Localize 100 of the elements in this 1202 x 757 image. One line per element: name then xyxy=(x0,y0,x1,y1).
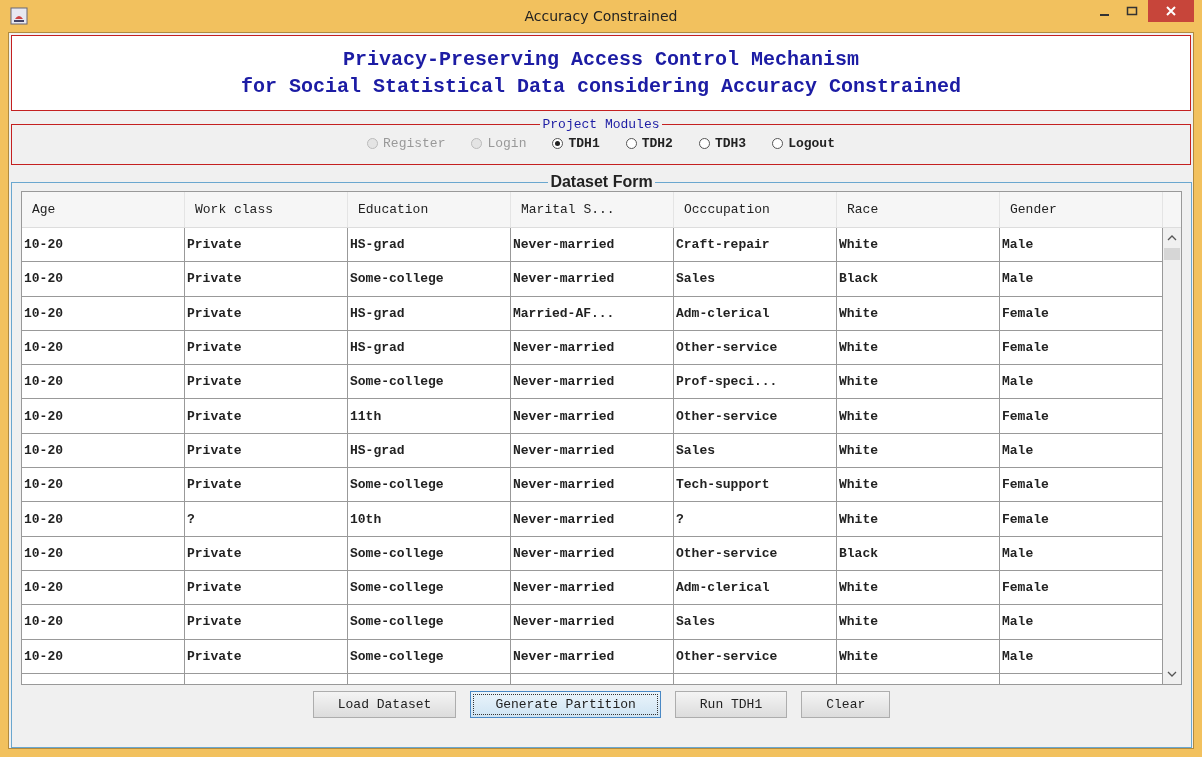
table-cell: Private xyxy=(185,639,348,674)
minimize-icon xyxy=(1099,14,1109,16)
column-header[interactable]: Marital S... xyxy=(511,192,674,227)
table-cell: White xyxy=(837,502,1000,537)
table-cell: Private xyxy=(185,262,348,297)
table-cell: 10-20 xyxy=(22,502,185,537)
table-cell: 10-20 xyxy=(22,330,185,366)
table-cell: 10-20 xyxy=(22,228,185,263)
scroll-up-icon[interactable] xyxy=(1167,234,1177,242)
table-cell: HS-grad xyxy=(348,330,511,366)
table-cell: ? xyxy=(674,502,837,537)
table-cell: Other-service xyxy=(674,536,837,571)
table-cell: HS-grad xyxy=(348,433,511,469)
header-title: for Social Statistical Data considering Accuracy Constrained xyxy=(239,74,963,100)
radio-option[interactable]: TDH3 xyxy=(698,136,747,151)
table-cell: White xyxy=(837,296,1000,331)
column-header[interactable]: Education xyxy=(348,192,511,227)
column-header[interactable]: Occcupation xyxy=(674,192,837,227)
radio-option[interactable]: TDH1 xyxy=(552,136,600,151)
table-cell: Sales xyxy=(674,605,837,640)
action-button[interactable]: Generate Partition xyxy=(470,691,661,718)
radio-option[interactable]: Logout xyxy=(772,136,835,151)
table-cell: Never-married xyxy=(511,468,674,503)
table-cell: Never-married xyxy=(511,433,674,469)
table-cell: Some-college xyxy=(348,570,511,606)
table-cell: Private xyxy=(185,228,348,263)
table-cell: Private xyxy=(185,468,348,503)
window-title: Accuracy Constrained xyxy=(523,8,679,24)
table-cell: 10-20 xyxy=(22,605,185,640)
table-cell: Private xyxy=(185,605,348,640)
group-legend: Dataset Form xyxy=(548,173,655,191)
table-cell: Other-service xyxy=(674,399,837,434)
table-cell: White xyxy=(837,228,1000,263)
column-header[interactable]: Gender xyxy=(1000,192,1163,227)
table-cell: Black xyxy=(837,262,1000,297)
table-cell: Private xyxy=(185,330,348,366)
table-cell: Sales xyxy=(674,433,837,469)
table-cell: Never-married xyxy=(511,365,674,400)
table-cell: 10-20 xyxy=(22,536,185,571)
table-cell: Sales xyxy=(674,262,837,297)
table-cell: Some-college xyxy=(348,262,511,297)
table-cell: 11th xyxy=(348,399,511,434)
table-cell: Other-service xyxy=(674,330,837,366)
table-cell: Some-college xyxy=(348,639,511,674)
table-cell: HS-grad xyxy=(348,228,511,263)
action-button[interactable]: Run TDH1 xyxy=(674,691,788,718)
close-button[interactable] xyxy=(1148,0,1194,22)
table-cell: White xyxy=(837,365,1000,400)
column-header[interactable]: Race xyxy=(837,192,1000,227)
action-button[interactable]: Load Dataset xyxy=(312,691,457,718)
scroll-thumb[interactable] xyxy=(1164,248,1180,260)
table-cell: White xyxy=(837,399,1000,434)
table-cell: Never-married xyxy=(511,330,674,366)
table-cell: White xyxy=(837,468,1000,503)
table-cell: White xyxy=(837,330,1000,366)
table-cell: 10-20 xyxy=(22,296,185,331)
table-cell: White xyxy=(837,570,1000,606)
table-cell: ? xyxy=(185,502,348,537)
table-cell: Private xyxy=(185,365,348,400)
group-legend: Project Modules xyxy=(540,117,662,132)
table-cell: Never-married xyxy=(511,639,674,674)
table-cell: Private xyxy=(185,570,348,606)
header-title: Privacy-Preserving Access Control Mechanism xyxy=(341,47,861,73)
table-cell: Black xyxy=(837,536,1000,571)
table-cell: Some-college xyxy=(348,468,511,503)
action-button[interactable]: Clear xyxy=(801,691,891,718)
table-cell: Other-service xyxy=(674,639,837,674)
table-cell: Never-married xyxy=(511,399,674,434)
radio-option[interactable]: TDH2 xyxy=(625,136,673,151)
table-cell: HS-grad xyxy=(348,296,511,331)
table-cell: Some-college xyxy=(348,536,511,571)
app-icon xyxy=(10,7,28,25)
table-cell: Craft-repair xyxy=(674,228,837,263)
table-cell: Never-married xyxy=(511,536,674,571)
table-cell: Adm-clerical xyxy=(674,296,837,331)
table-cell: Some-college xyxy=(348,365,511,400)
table-cell: 10-20 xyxy=(22,262,185,297)
scrollbar[interactable] xyxy=(1163,228,1181,684)
scroll-down-icon[interactable] xyxy=(1167,670,1177,678)
table-cell: Private xyxy=(185,399,348,434)
table-cell: Tech-support xyxy=(674,468,837,503)
table-cell: 10-20 xyxy=(22,365,185,400)
table-cell: White xyxy=(837,639,1000,674)
close-icon xyxy=(1165,5,1177,17)
table-cell: White xyxy=(837,433,1000,469)
table-cell: Never-married xyxy=(511,605,674,640)
table-cell: Married-AF... xyxy=(511,296,674,331)
table-cell: 10-20 xyxy=(22,570,185,606)
table-cell: Never-married xyxy=(511,502,674,537)
table-cell: 10th xyxy=(348,502,511,537)
table-cell: Private xyxy=(185,536,348,571)
table-cell: Some-college xyxy=(348,605,511,640)
table-cell: 10-20 xyxy=(22,433,185,469)
table-cell: Never-married xyxy=(511,262,674,297)
table-cell: Never-married xyxy=(511,228,674,263)
column-header[interactable]: Age xyxy=(22,192,185,227)
table-cell: Adm-clerical xyxy=(674,570,837,606)
column-header[interactable]: Work class xyxy=(185,192,348,227)
table-cell: Private xyxy=(185,296,348,331)
table-cell: 10-20 xyxy=(22,468,185,503)
